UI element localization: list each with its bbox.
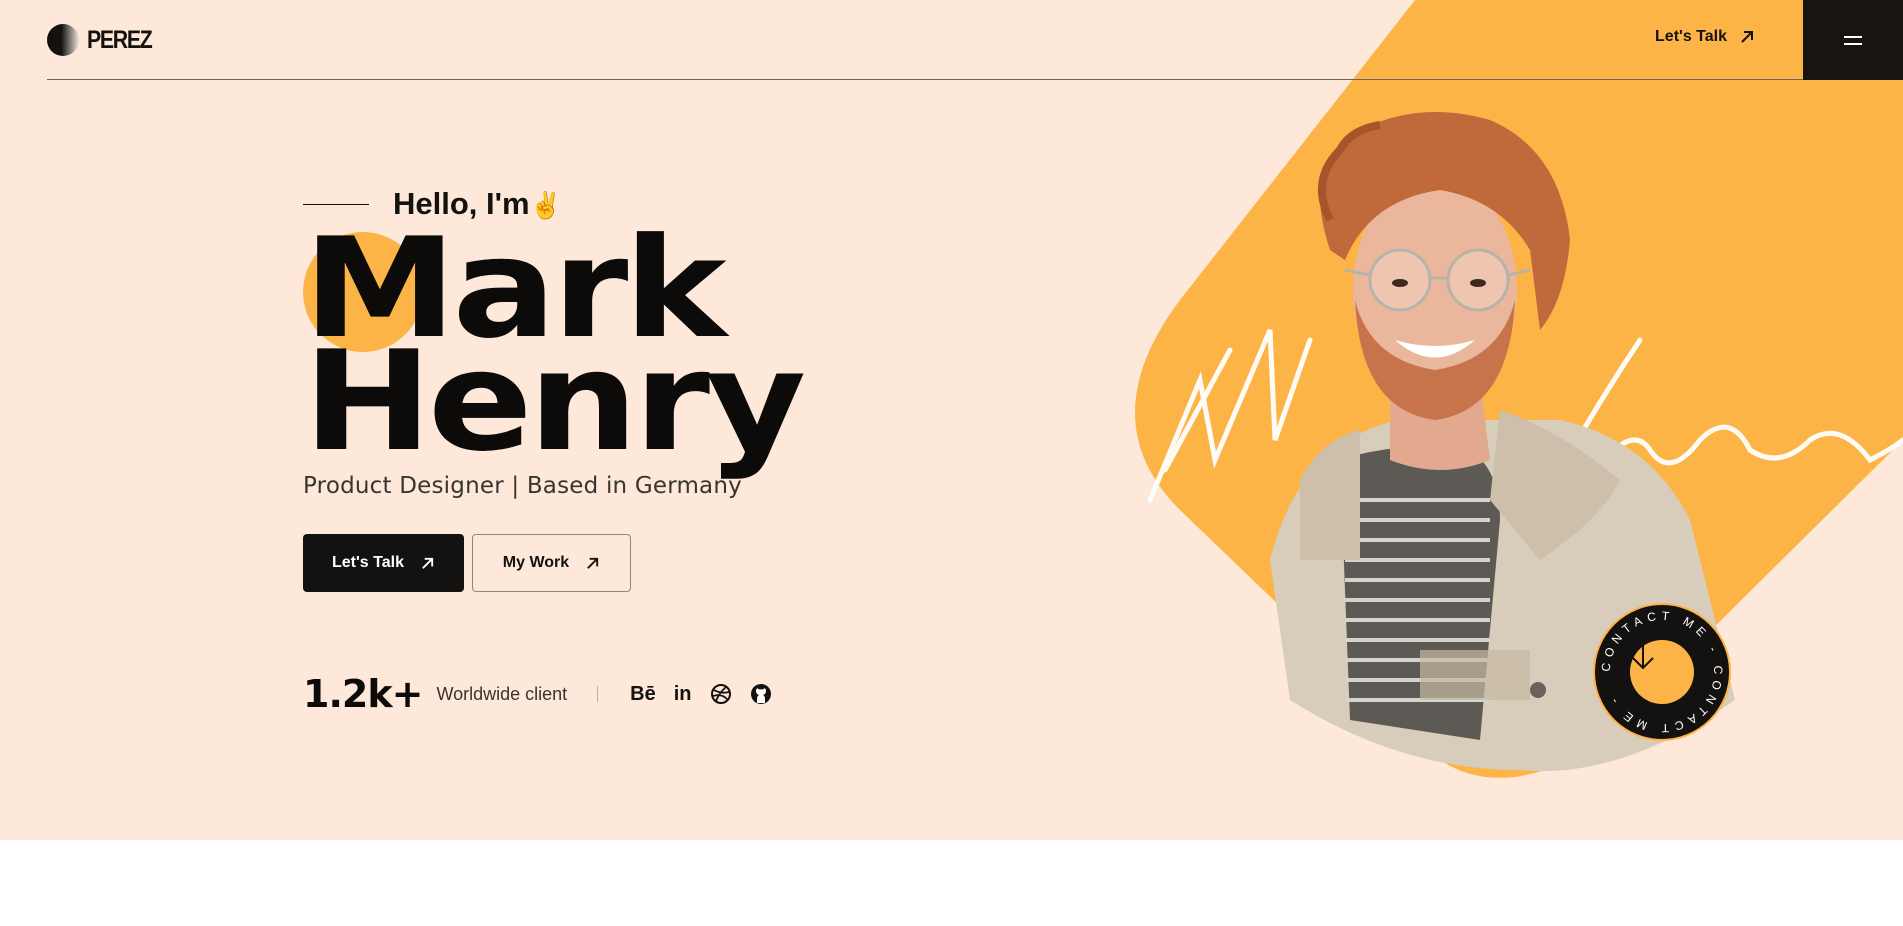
logo[interactable]: PEREZ (47, 24, 163, 56)
contact-arrow-circle (1630, 640, 1694, 704)
arrow-up-right-icon (1741, 31, 1753, 43)
behance-icon[interactable]: Bē (630, 682, 656, 706)
last-name: Henry (303, 321, 806, 482)
hero-subtitle: Product Designer | Based in Germany (303, 473, 742, 499)
arrow-down-icon (1632, 642, 1654, 670)
arrow-up-right-icon (422, 557, 434, 569)
my-work-button[interactable]: My Work (472, 534, 631, 592)
github-icon[interactable] (750, 682, 772, 706)
logo-text: PEREZ (87, 25, 153, 54)
header-lets-talk-label: Let's Talk (1655, 28, 1727, 45)
social-links: Bē in (630, 682, 771, 706)
greeting-line (303, 203, 369, 205)
linkedin-icon[interactable]: in (674, 682, 692, 706)
stats-row: 1.2k+ Worldwide client Bē in (303, 672, 772, 716)
lets-talk-button[interactable]: Let's Talk (303, 534, 464, 592)
hero-section: PEREZ Let's Talk Hello, I'm✌️ Mark Henry… (0, 0, 1903, 840)
contact-me-badge[interactable]: CONTACT ME - CONTACT ME - (1593, 603, 1731, 741)
stats-divider (597, 686, 599, 702)
logo-icon (47, 24, 79, 56)
lets-talk-button-label: Let's Talk (332, 554, 404, 571)
my-work-button-label: My Work (502, 554, 570, 571)
menu-button[interactable] (1803, 0, 1903, 80)
dribbble-icon[interactable] (710, 682, 732, 706)
header-lets-talk-link[interactable]: Let's Talk (1655, 28, 1755, 46)
arrow-up-right-icon (587, 557, 599, 569)
header-divider (47, 79, 1803, 80)
client-count-label: Worldwide client (436, 683, 568, 704)
hamburger-icon (1844, 35, 1862, 45)
client-count: 1.2k+ (303, 672, 423, 716)
site-header: PEREZ Let's Talk (0, 0, 1903, 80)
